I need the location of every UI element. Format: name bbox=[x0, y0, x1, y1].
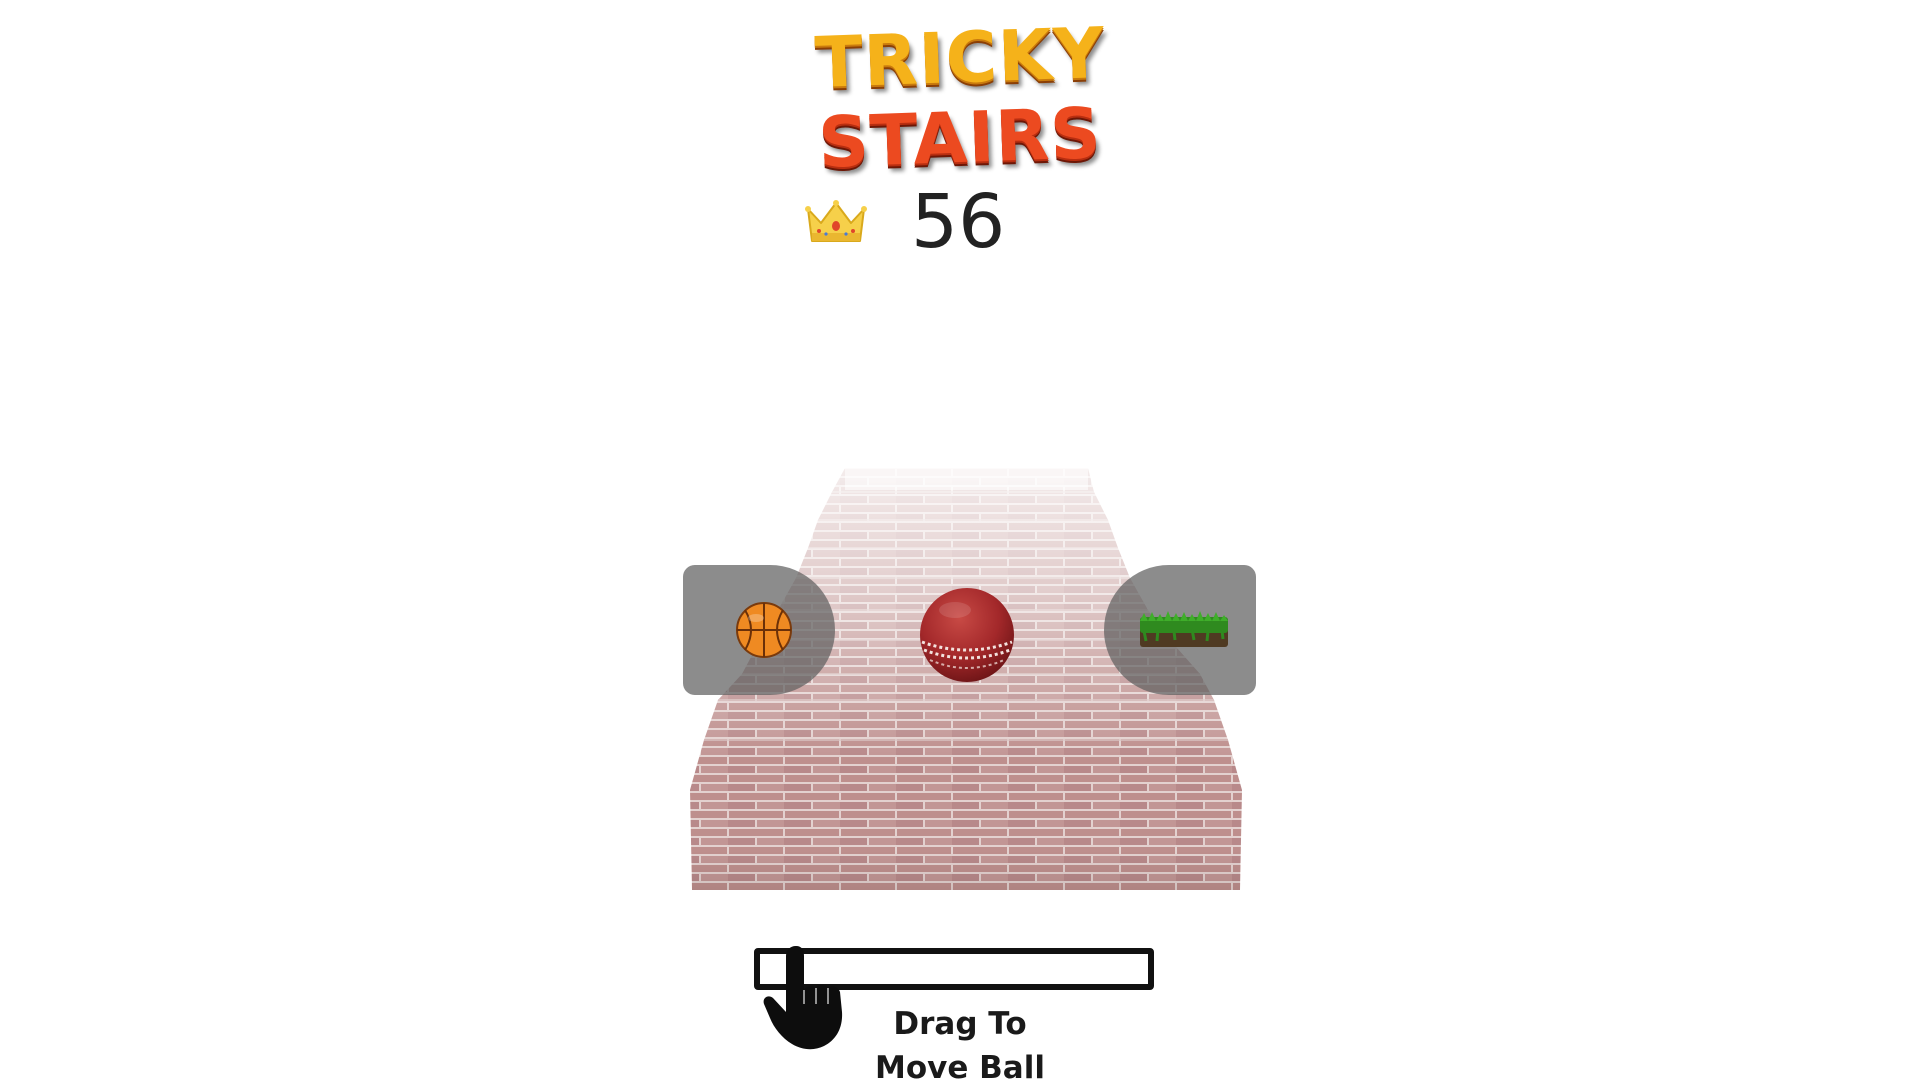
drag-hint-line-2: Move Ball bbox=[875, 1050, 1045, 1080]
game-logo: TRICKY STAIRS bbox=[800, 12, 1120, 184]
pointing-hand-icon bbox=[763, 946, 843, 1050]
best-score: 56 bbox=[805, 179, 1006, 265]
game-screen: TRICKY STAIRS 56 Drag To Move Ball bbox=[0, 0, 1920, 1080]
best-score-value: 56 bbox=[911, 179, 1006, 265]
drag-hint-line-1: Drag To bbox=[893, 1006, 1027, 1042]
next-ball-button[interactable] bbox=[1104, 565, 1256, 695]
logo-title-line-2: STAIRS bbox=[817, 92, 1103, 184]
basketball-icon bbox=[736, 602, 792, 658]
grass-block-icon bbox=[1140, 611, 1228, 647]
cricket-ball-icon bbox=[920, 588, 1014, 682]
drag-hint: Drag To Move Ball bbox=[860, 1002, 1060, 1080]
previous-ball-button[interactable] bbox=[683, 565, 835, 695]
crown-icon bbox=[805, 200, 867, 242]
logo-title-line-1: TRICKY bbox=[813, 11, 1107, 105]
